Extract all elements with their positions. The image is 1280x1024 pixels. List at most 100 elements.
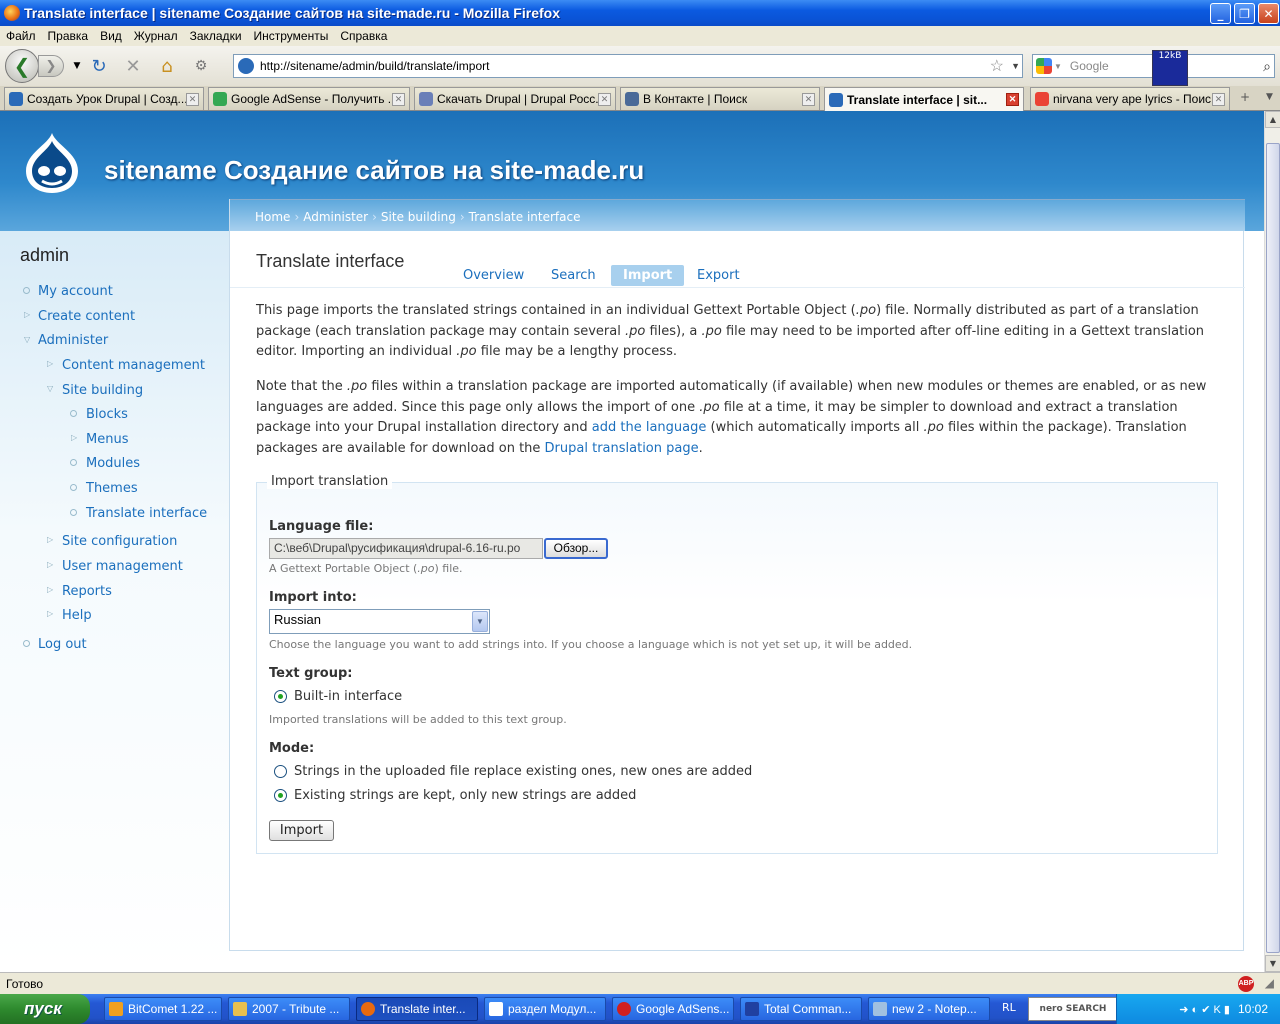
nero-search-box[interactable]: nero SEARCH bbox=[1028, 997, 1118, 1021]
search-icon[interactable]: ⌕ bbox=[1263, 58, 1271, 75]
sidebar-item-translate-interface[interactable]: Translate interface bbox=[86, 506, 207, 521]
start-button[interactable]: пуск bbox=[0, 994, 90, 1024]
site-name[interactable]: sitename Создание сайтов на site-made.ru bbox=[104, 155, 644, 186]
maximize-button[interactable]: ❐ bbox=[1234, 3, 1255, 24]
import-into-select[interactable]: Russian ▼ bbox=[269, 609, 490, 634]
sidebar-item-reports[interactable]: Reports bbox=[62, 584, 112, 599]
search-placeholder: Google bbox=[1069, 59, 1109, 73]
drupal-translation-page-link[interactable]: Drupal translation page bbox=[545, 441, 699, 456]
sidebar-item-user-management[interactable]: User management bbox=[62, 559, 183, 574]
menu-bookmarks[interactable]: Закладки bbox=[184, 29, 248, 43]
sidebar-item-create-content[interactable]: Create content bbox=[38, 309, 135, 324]
tab-2-label: Google AdSense - Получить ... bbox=[231, 92, 398, 106]
scrollbar-thumb[interactable] bbox=[1266, 143, 1280, 953]
tab-close-icon[interactable]: ✕ bbox=[392, 93, 405, 106]
tab-close-icon[interactable]: ✕ bbox=[1212, 93, 1225, 106]
addon-icon[interactable]: ⚙ bbox=[190, 55, 212, 77]
tab-4[interactable]: В Контакте | Поиск ✕ bbox=[620, 87, 820, 110]
tab-search[interactable]: Search bbox=[539, 265, 608, 286]
menu-view[interactable]: Вид bbox=[94, 29, 128, 43]
reload-icon[interactable]: ↻ bbox=[88, 55, 110, 77]
tab-list-icon[interactable]: ▼ bbox=[1266, 92, 1273, 102]
sidebar-item-menus[interactable]: Menus bbox=[86, 432, 128, 447]
scroll-down-icon[interactable]: ▼ bbox=[1265, 955, 1280, 972]
tab-2[interactable]: Google AdSense - Получить ... ✕ bbox=[208, 87, 410, 110]
tab-close-icon[interactable]: ✕ bbox=[186, 93, 199, 106]
menu-edit[interactable]: Правка bbox=[42, 29, 95, 43]
taskbar-item-document[interactable]: раздел Модул... bbox=[484, 997, 606, 1021]
tab-export[interactable]: Export bbox=[685, 265, 752, 286]
forward-button[interactable]: ❯ bbox=[38, 55, 64, 77]
browse-button[interactable]: Обзор... bbox=[544, 538, 608, 559]
menu-file[interactable]: Файл bbox=[0, 29, 42, 43]
close-button[interactable]: ✕ bbox=[1258, 3, 1279, 24]
mode-keep-label[interactable]: Existing strings are kept, only new stri… bbox=[294, 788, 636, 803]
drupal-favicon-icon bbox=[829, 92, 843, 107]
mode-replace-radio[interactable] bbox=[274, 765, 287, 778]
breadcrumb-site-building[interactable]: Site building bbox=[381, 210, 456, 224]
sidebar-item-site-configuration[interactable]: Site configuration bbox=[62, 534, 177, 549]
tray-icons[interactable]: ➜ ◐ ✔ K ▮ bbox=[1179, 1003, 1230, 1016]
breadcrumb-administer[interactable]: Administer bbox=[303, 210, 368, 224]
tab-5-active[interactable]: Translate interface | sit... ✕ bbox=[824, 87, 1024, 111]
mode-replace-label[interactable]: Strings in the uploaded file replace exi… bbox=[294, 764, 752, 779]
tabs-divider bbox=[230, 287, 1245, 288]
taskbar-item-bitcomet[interactable]: BitComet 1.22 ... bbox=[104, 997, 222, 1021]
drupal-logo-icon[interactable] bbox=[22, 131, 82, 195]
breadcrumb-translate-interface[interactable]: Translate interface bbox=[469, 210, 581, 224]
tab-6[interactable]: nirvana very ape lyrics - Поис... ✕ bbox=[1030, 87, 1230, 110]
scroll-up-icon[interactable]: ▲ bbox=[1265, 111, 1280, 128]
menu-history[interactable]: Журнал bbox=[128, 29, 184, 43]
menu-help[interactable]: Справка bbox=[334, 29, 393, 43]
tab-close-icon[interactable]: ✕ bbox=[598, 93, 611, 106]
tab-1[interactable]: Создать Урок Drupal | Созд... ✕ bbox=[4, 87, 204, 110]
mode-keep-radio[interactable] bbox=[274, 789, 287, 802]
sidebar-item-help[interactable]: Help bbox=[62, 608, 92, 623]
bookmark-star-icon[interactable]: ☆ bbox=[990, 56, 1004, 76]
taskbar-item-notepad[interactable]: new 2 - Notep... bbox=[868, 997, 990, 1021]
folder-icon bbox=[233, 1002, 247, 1016]
sidebar-item-my-account[interactable]: My account bbox=[38, 284, 113, 299]
sidebar-item-modules[interactable]: Modules bbox=[86, 456, 140, 471]
text-group-option-label[interactable]: Built-in interface bbox=[294, 689, 402, 704]
home-icon[interactable]: ⌂ bbox=[156, 55, 178, 77]
breadcrumb-home[interactable]: Home bbox=[255, 210, 290, 224]
sidebar-item-administer[interactable]: Administer bbox=[38, 333, 108, 348]
new-tab-icon[interactable]: + bbox=[1240, 90, 1250, 104]
tab-overview[interactable]: Overview bbox=[451, 265, 536, 286]
chevron-down-icon[interactable]: ▼ bbox=[472, 611, 488, 632]
import-submit-button[interactable]: Import bbox=[269, 820, 334, 841]
add-language-link[interactable]: add the language bbox=[592, 420, 707, 435]
history-dropdown-icon[interactable]: ▼ bbox=[66, 55, 88, 77]
back-button[interactable]: ❮ bbox=[5, 49, 39, 83]
vertical-scrollbar[interactable]: ▲ ▼ bbox=[1264, 111, 1280, 972]
total-commander-icon bbox=[745, 1002, 759, 1016]
taskbar-item-folder[interactable]: 2007 - Tribute ... bbox=[228, 997, 350, 1021]
fieldset-legend: Import translation bbox=[267, 474, 393, 489]
tab-close-icon[interactable]: ✕ bbox=[1006, 93, 1019, 106]
sidebar-item-themes[interactable]: Themes bbox=[86, 481, 138, 496]
adblock-icon[interactable]: ABP bbox=[1238, 976, 1254, 992]
tab-close-icon[interactable]: ✕ bbox=[802, 93, 815, 106]
taskbar-item-firefox[interactable]: Translate inter... bbox=[356, 997, 478, 1021]
taskbar-item-opera[interactable]: Google AdSens... bbox=[612, 997, 734, 1021]
sidebar-item-blocks[interactable]: Blocks bbox=[86, 407, 128, 422]
language-file-input[interactable]: C:\веб\Drupal\русификация\drupal-6.16-ru… bbox=[269, 538, 543, 559]
language-indicator[interactable]: RL bbox=[1002, 1001, 1016, 1014]
url-bar[interactable]: http://sitename/admin/build/translate/im… bbox=[233, 54, 1023, 78]
menu-tools[interactable]: Инструменты bbox=[248, 29, 335, 43]
engine-dropdown-icon[interactable]: ▼ bbox=[1054, 62, 1062, 71]
minimize-button[interactable]: _ bbox=[1210, 3, 1231, 24]
sidebar-item-site-building[interactable]: Site building bbox=[62, 383, 143, 398]
stop-icon[interactable]: ✕ bbox=[122, 55, 144, 77]
url-dropdown-icon[interactable]: ▼ bbox=[1011, 61, 1020, 71]
text-group-radio[interactable] bbox=[274, 690, 287, 703]
clock: 10:02 bbox=[1237, 1002, 1268, 1016]
collapsed-triangle-icon: ▷ bbox=[47, 535, 54, 544]
taskbar-item-total-commander[interactable]: Total Comman... bbox=[740, 997, 862, 1021]
tab-3[interactable]: Скачать Drupal | Drupal Росс... ✕ bbox=[414, 87, 616, 110]
tab-import[interactable]: Import bbox=[611, 265, 685, 286]
bullet-icon bbox=[70, 459, 77, 466]
sidebar-item-log-out[interactable]: Log out bbox=[38, 637, 87, 652]
sidebar-item-content-management[interactable]: Content management bbox=[62, 358, 205, 373]
